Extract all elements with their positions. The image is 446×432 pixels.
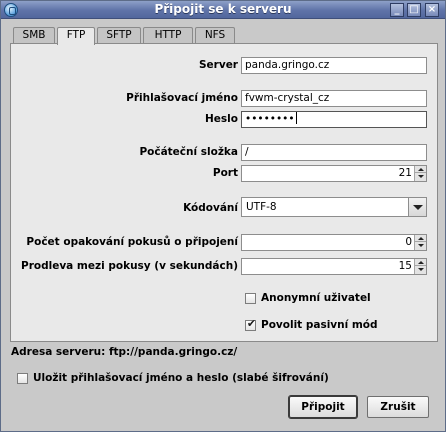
encoding-label: Kódování	[183, 202, 238, 214]
login-label: Přihlašovací jméno	[126, 92, 238, 104]
tab-nfs[interactable]: NFS	[195, 27, 235, 44]
save-credentials-checkbox[interactable]	[17, 373, 28, 384]
cancel-button[interactable]: Zrušit	[367, 396, 429, 418]
folder-label: Počáteční složka	[139, 146, 238, 158]
server-label: Server	[198, 59, 238, 71]
tab-http[interactable]: HTTP	[143, 27, 193, 44]
password-value: ••••••••	[245, 113, 295, 125]
anonymous-checkbox[interactable]	[245, 293, 256, 304]
chevron-down-icon[interactable]	[408, 198, 426, 216]
passive-checkbox[interactable]: ✔	[245, 317, 257, 331]
connect-button[interactable]: Připojit	[288, 395, 358, 419]
increment-icon[interactable]	[415, 235, 426, 242]
minimize-icon[interactable]: _	[390, 3, 404, 17]
connect-dialog: Připojit se k serveru _ □ × SMB FTP SFTP…	[0, 0, 446, 432]
port-spinner[interactable]: 21	[241, 165, 427, 182]
increment-icon[interactable]	[415, 166, 426, 173]
passive-label[interactable]: Povolit pasivní mód	[261, 319, 378, 331]
title-bar[interactable]: Připojit se k serveru _ □ ×	[1, 1, 445, 19]
delay-label: Prodleva mezi pokusy (v sekundách)	[21, 260, 238, 272]
tab-sftp[interactable]: SFTP	[97, 27, 141, 44]
encoding-select[interactable]: UTF-8	[241, 197, 427, 217]
increment-icon[interactable]	[415, 259, 426, 266]
server-address: Adresa serveru: ftp://panda.gringo.cz/	[11, 346, 238, 358]
decrement-icon[interactable]	[415, 173, 426, 180]
port-spin-buttons[interactable]	[414, 166, 426, 181]
retries-spin-buttons[interactable]	[414, 235, 426, 250]
delay-spinner[interactable]: 15	[241, 258, 427, 275]
encoding-value: UTF-8	[246, 201, 277, 213]
port-value: 21	[398, 167, 412, 179]
tab-ftp[interactable]: FTP	[57, 27, 95, 45]
anonymous-label[interactable]: Anonymní uživatel	[261, 292, 371, 304]
login-input[interactable]: fvwm-crystal_cz	[241, 90, 427, 107]
tab-smb[interactable]: SMB	[13, 27, 55, 44]
decrement-icon[interactable]	[415, 242, 426, 249]
retries-spinner[interactable]: 0	[241, 234, 427, 251]
ftp-panel: Server panda.gringo.cz Přihlašovací jmén…	[10, 43, 438, 342]
folder-input[interactable]: /	[241, 144, 427, 161]
retries-value: 0	[405, 236, 412, 248]
text-cursor	[295, 112, 297, 124]
password-label: Heslo	[205, 113, 238, 125]
password-input[interactable]: ••••••••	[241, 111, 427, 128]
delay-spin-buttons[interactable]	[414, 259, 426, 274]
checkmark-icon: ✔	[246, 317, 257, 330]
save-credentials-label[interactable]: Uložit přihlašovací jméno a heslo (slabé…	[33, 372, 329, 384]
port-label: Port	[212, 167, 238, 179]
decrement-icon[interactable]	[415, 266, 426, 273]
server-input[interactable]: panda.gringo.cz	[241, 57, 427, 74]
maximize-icon[interactable]: □	[407, 3, 421, 17]
retries-label: Počet opakování pokusů o připojení	[26, 236, 238, 248]
close-icon[interactable]: ×	[425, 3, 439, 17]
window-title: Připojit se k serveru	[154, 2, 292, 16]
delay-value: 15	[398, 260, 412, 272]
